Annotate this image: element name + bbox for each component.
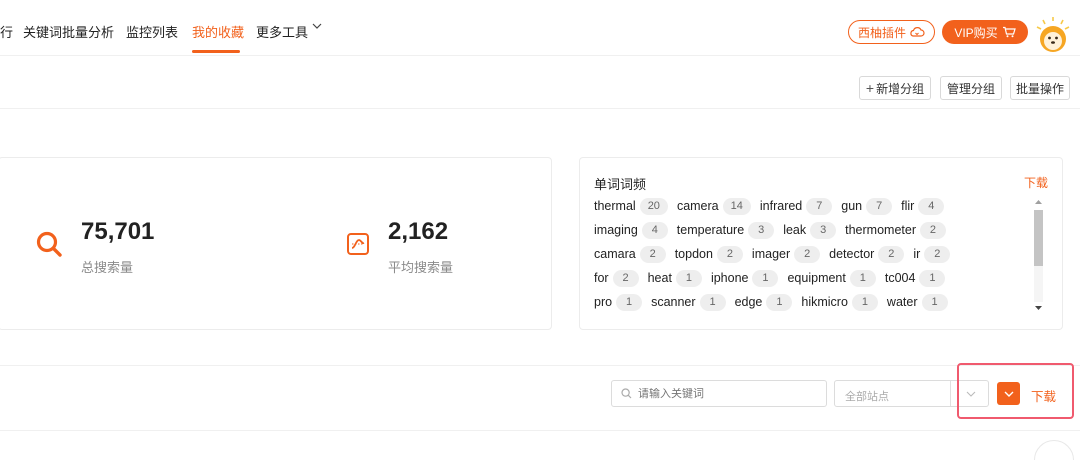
nav-item-partial[interactable]: 行 [0,22,13,41]
word-frequency-row: imaging 4 temperature 3 leak 3 thermometer 2 [594,221,955,239]
keyword-search-input[interactable] [638,387,808,400]
word-term: temperature [676,223,745,237]
average-search-volume-value: 2,162 [388,218,449,245]
word-term: tc004 [884,271,916,285]
chevron-down-icon[interactable] [312,21,322,31]
word-term: edge [734,295,763,309]
word-term: scanner [651,295,696,309]
manage-group-button[interactable]: 管理分组 [940,76,1002,100]
word-count-badge: 20 [639,197,668,215]
search-icon [621,388,632,399]
word-count-badge: 3 [810,221,837,239]
section-divider [0,430,1080,431]
total-search-volume-label: 总搜索量 [81,260,134,275]
word-count-badge: 1 [919,269,946,287]
vip-button-label: VIP购买 [954,25,998,40]
word-count-badge: 1 [699,293,726,311]
word-count-badge: 14 [722,197,751,215]
back-to-top-button[interactable] [1034,440,1074,460]
word-frequency-row: for 2 heat 1 iphone 1 equipment 1 tc004 1 [594,269,954,287]
word-count-badge: 1 [921,293,948,311]
word-frequency-row: camara 2 topdon 2 imager 2 detector 2 ir 2 [594,245,959,263]
word-count-badge: 2 [878,245,905,263]
word-count-badge: 1 [849,269,876,287]
average-search-volume-label: 平均搜索量 [388,260,454,275]
word-term: leak [783,223,807,237]
average-chart-icon [347,233,369,255]
word-count-badge: 2 [794,245,821,263]
section-divider [0,365,1080,366]
search-volume-summary-card: 75,701 总搜索量 2,162 平均搜索量 [0,157,552,330]
word-count-badge: 1 [675,269,702,287]
scroll-up-icon[interactable] [1034,198,1043,206]
cloud-download-icon [910,27,925,37]
add-group-button[interactable]: + 新增分组 [859,76,931,100]
user-avatar[interactable] [1034,16,1072,54]
word-term: ir [913,247,921,261]
word-term: thermal [594,199,636,213]
word-term: camera [676,199,719,213]
active-tab-indicator [192,50,240,53]
section-divider [0,108,1080,109]
word-frequency-scrollbar[interactable] [1031,196,1045,314]
vip-purchase-button[interactable]: VIP购买 [942,20,1028,44]
site-select-value: 全部站点 [845,391,889,403]
word-term: gun [841,199,863,213]
word-term: camara [594,247,636,261]
word-count-badge: 7 [866,197,893,215]
word-term: water [886,295,918,309]
search-icon [36,231,62,257]
word-count-badge: 2 [639,245,666,263]
word-frequency-card: 单词词频 下载 thermal 20 camera 14 infrared 7 gun 7 fl… [579,157,1063,330]
cart-icon [1002,26,1016,38]
word-term: flir [901,199,915,213]
download-link[interactable]: 下载 [1031,386,1056,405]
nav-item-my-favorites[interactable]: 我的收藏 [192,22,244,41]
word-count-badge: 1 [851,293,878,311]
chevron-down-icon [1004,391,1013,397]
scroll-thumb[interactable] [1034,210,1043,266]
word-term: topdon [674,247,713,261]
word-term: hikmicro [801,295,848,309]
plugin-button-label: 西柚插件 [857,25,906,40]
select-separator [950,381,951,406]
word-count-badge: 4 [641,221,668,239]
word-count-badge: 2 [924,245,951,263]
word-frequency-title: 单词词频 [594,177,647,192]
word-term: heat [647,271,672,285]
word-count-badge: 1 [766,293,793,311]
word-term: infrared [759,199,803,213]
word-count-badge: 2 [716,245,743,263]
nav-item-more-tools[interactable]: 更多工具 [256,22,308,41]
word-frequency-row: pro 1 scanner 1 edge 1 hikmicro 1 water 1 [594,293,957,311]
total-search-volume-value: 75,701 [81,218,155,245]
word-count-badge: 3 [748,221,775,239]
word-count-badge: 2 [612,269,639,287]
word-frequency-row: thermal 20 camera 14 infrared 7 gun 7 flir 4 [594,197,953,215]
plus-icon: + [865,80,875,96]
word-count-badge: 4 [918,197,945,215]
word-term: equipment [787,271,846,285]
scroll-down-icon[interactable] [1034,304,1043,312]
word-term: imager [751,247,791,261]
word-term: pro [594,295,613,309]
add-group-label: 新增分组 [876,81,925,96]
word-count-badge: 1 [752,269,779,287]
word-term: imaging [594,223,638,237]
keyword-search-box[interactable] [611,380,827,407]
word-count-badge: 7 [806,197,833,215]
word-count-badge: 1 [616,293,643,311]
word-term: detector [829,247,875,261]
plugin-button[interactable]: 西柚插件 [848,20,935,44]
nav-item-monitor-list[interactable]: 监控列表 [126,22,178,41]
word-term: thermometer [845,223,916,237]
batch-operations-button[interactable]: 批量操作 [1010,76,1070,100]
word-term: iphone [710,271,749,285]
nav-item-keyword-batch-analysis[interactable]: 关键词批量分析 [23,22,114,41]
word-frequency-download-link[interactable]: 下载 [1024,174,1048,191]
word-term: for [594,271,609,285]
top-nav: 行 关键词批量分析 监控列表 我的收藏 更多工具 西柚插件 VIP购买 [0,0,1080,56]
word-count-badge: 2 [919,221,946,239]
download-dropdown-button[interactable] [997,382,1020,405]
